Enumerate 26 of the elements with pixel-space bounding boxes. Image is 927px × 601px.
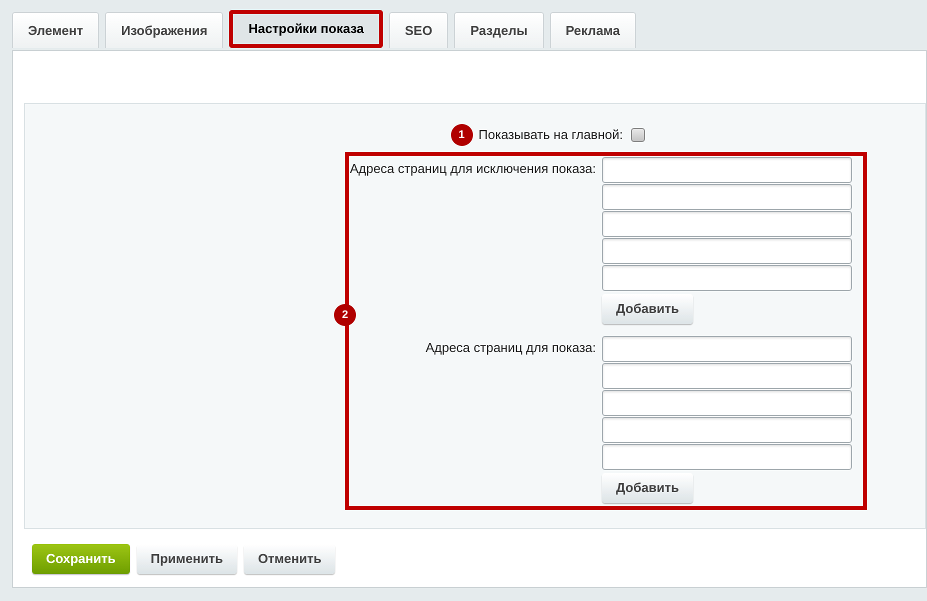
input-field[interactable] [602,238,852,264]
input-field[interactable] [602,444,852,470]
input-field[interactable] [602,363,852,389]
input-field[interactable] [602,184,852,210]
field-label: Адреса страниц для исключения показа: [349,160,597,178]
tab[interactable]: Изображения [105,12,224,48]
input-field[interactable] [602,336,852,362]
input-field[interactable] [602,417,852,443]
number-marker: 2 [334,304,356,326]
input-field[interactable] [602,390,852,416]
add-button[interactable]: Добавить [602,473,693,503]
input-field[interactable] [602,211,852,237]
tab[interactable]: Реклама [550,12,636,48]
tab[interactable]: Разделы [454,12,544,48]
tab[interactable]: Элемент [12,12,100,48]
input-field[interactable] [602,157,852,183]
form-button[interactable]: Применить [136,544,237,574]
checkbox-label: Показывать на главной: [478,126,623,144]
add-button[interactable]: Добавить [602,294,693,324]
input-field[interactable] [602,265,852,291]
number-marker: 1 [450,124,473,146]
form-button[interactable]: Отменить [244,544,336,574]
field-label: Адреса страниц для показа: [424,339,597,357]
tab[interactable]: Настройки показа [229,10,383,48]
checkbox[interactable] [631,128,645,142]
tab[interactable]: SEO [388,12,448,48]
